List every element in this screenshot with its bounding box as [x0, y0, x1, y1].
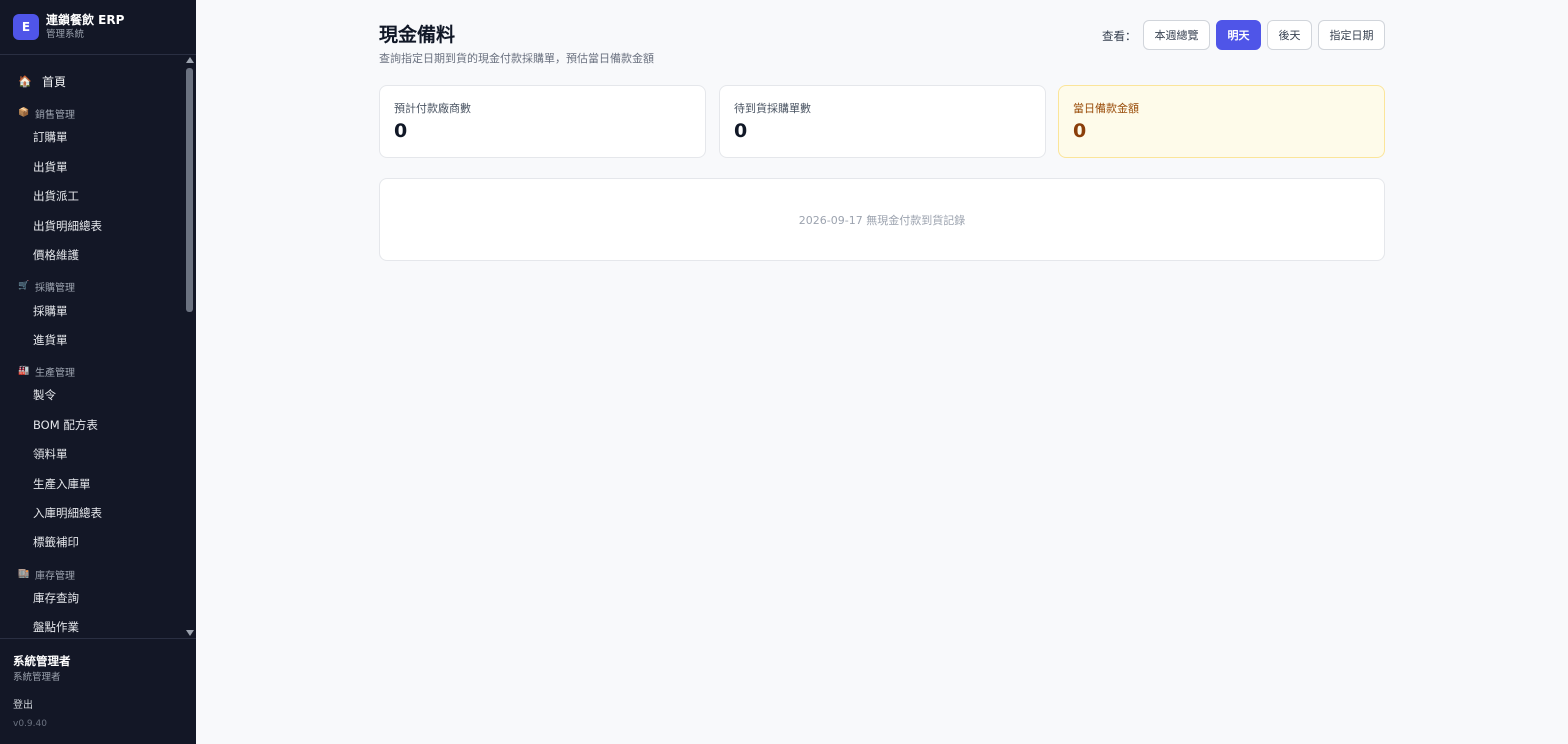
tomorrow-button[interactable]: 明天	[1216, 20, 1261, 50]
app-version: v0.9.40	[13, 719, 47, 729]
scroll-up-arrow-icon[interactable]	[186, 57, 194, 63]
sidebar-item-dispatch[interactable]: 出貨派工	[33, 188, 79, 204]
specify-date-button[interactable]: 指定日期	[1318, 20, 1385, 50]
user-panel: 系統管理者 系統管理者 登出 v0.9.40	[0, 638, 196, 744]
user-name: 系統管理者	[13, 654, 71, 668]
brand-logo: E	[13, 14, 39, 40]
sidebar-item-shipments[interactable]: 出貨單	[33, 159, 68, 175]
empty-state-message: 2026-09-17 無現金付款到貨記錄	[798, 213, 966, 227]
factory-icon: 🏭	[18, 366, 30, 376]
sidebar-item-receipt-detail[interactable]: 入庫明細總表	[33, 505, 102, 521]
package-icon: 📦	[18, 108, 30, 118]
week-overview-button[interactable]: 本週總覽	[1143, 20, 1210, 50]
sidebar-item-label-reprint[interactable]: 標籤補印	[33, 534, 79, 550]
day-after-tomorrow-button[interactable]: 後天	[1267, 20, 1312, 50]
sidebar-item-home[interactable]: 🏠 首頁	[18, 73, 66, 89]
sidebar-item-material-issue[interactable]: 領料單	[33, 446, 68, 462]
sidebar-item-purchase-orders[interactable]: 採購單	[33, 303, 68, 319]
user-role: 系統管理者	[13, 672, 61, 683]
sidebar-item-pricing[interactable]: 價格維護	[33, 247, 79, 263]
warehouse-icon: 🏬	[18, 569, 30, 579]
stat-label: 當日備款金額	[1073, 102, 1139, 115]
sidebar-nav: 🏠 首頁 📦 銷售管理 訂購單 出貨單 出貨派工 出貨明細總表 價格維護 🛒 採…	[0, 55, 196, 638]
sidebar-scrollbar[interactable]	[183, 55, 196, 638]
cart-icon: 🛒	[18, 281, 30, 291]
stat-value: 0	[734, 120, 748, 142]
sidebar-item-bom[interactable]: BOM 配方表	[33, 417, 98, 433]
sidebar-item-orders[interactable]: 訂購單	[33, 129, 68, 145]
sidebar-group-inventory: 🏬 庫存管理	[18, 569, 75, 582]
sidebar-group-sales: 📦 銷售管理	[18, 108, 75, 121]
sidebar-item-production-receipt[interactable]: 生產入庫單	[33, 476, 91, 492]
stat-label: 待到貨採購單數	[734, 102, 811, 115]
sidebar-item-stock-query[interactable]: 庫存查詢	[33, 590, 79, 606]
scrollbar-thumb[interactable]	[186, 68, 193, 312]
sidebar-item-stocktake[interactable]: 盤點作業	[33, 619, 79, 635]
sidebar-group-production: 🏭 生產管理	[18, 366, 75, 379]
sidebar: E 連鎖餐飲 ERP 管理系統 🏠 首頁 📦 銷售管理 訂購單 出貨單 出貨派工…	[0, 0, 196, 744]
page-subtitle: 查詢指定日期到貨的現金付款採購單，預估當日備款金額	[379, 52, 654, 65]
results-panel: 2026-09-17 無現金付款到貨記錄	[379, 178, 1385, 261]
page-title: 現金備料	[379, 24, 456, 46]
logout-link[interactable]: 登出	[13, 696, 33, 711]
brand-header[interactable]: E 連鎖餐飲 ERP 管理系統	[0, 0, 196, 55]
brand-title: 連鎖餐飲 ERP	[46, 13, 125, 27]
home-icon: 🏠	[18, 74, 32, 88]
stat-card-vendors: 預計付款廠商數 0	[379, 85, 706, 158]
sidebar-item-work-orders[interactable]: 製令	[33, 387, 56, 403]
sidebar-group-purchasing: 🛒 採購管理	[18, 281, 75, 294]
scroll-down-arrow-icon[interactable]	[186, 630, 194, 636]
brand-subtitle: 管理系統	[46, 29, 85, 40]
stat-card-cash-amount: 當日備款金額 0	[1058, 85, 1385, 158]
sidebar-item-shipment-detail[interactable]: 出貨明細總表	[33, 218, 102, 234]
sidebar-item-receiving[interactable]: 進貨單	[33, 332, 68, 348]
stat-label: 預計付款廠商數	[394, 102, 471, 115]
view-label: 查看：	[1102, 29, 1137, 43]
stat-value: 0	[394, 120, 408, 142]
main-content: 現金備料 查詢指定日期到貨的現金付款採購單，預估當日備款金額 查看： 本週總覽 …	[196, 0, 1568, 744]
stat-value: 0	[1073, 120, 1087, 142]
stat-card-pending-orders: 待到貨採購單數 0	[719, 85, 1046, 158]
sidebar-item-label: 首頁	[42, 74, 67, 89]
